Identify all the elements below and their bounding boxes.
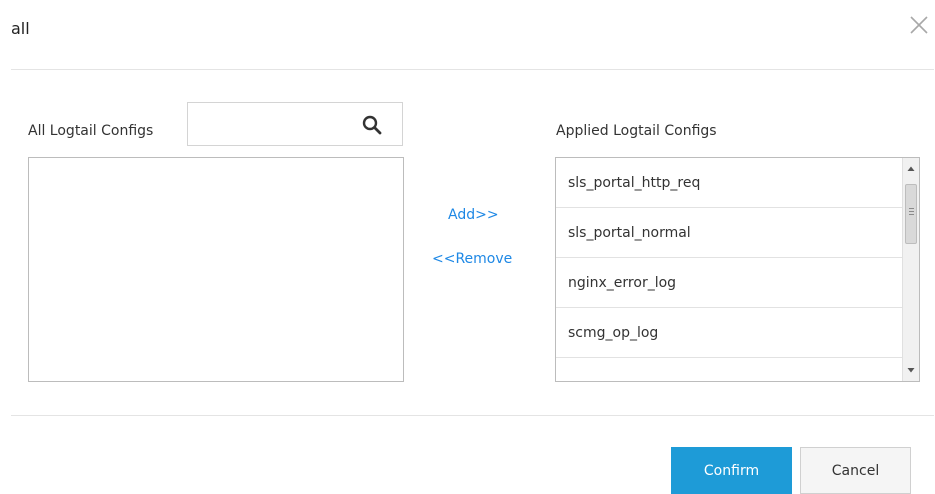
list-item[interactable]: scmg_op_log: [556, 308, 903, 358]
add-button[interactable]: Add>>: [448, 207, 499, 223]
applied-configs-rows: sls_portal_http_req sls_portal_normal ng…: [556, 158, 903, 358]
applied-configs-list[interactable]: sls_portal_http_req sls_portal_normal ng…: [555, 157, 920, 382]
config-search-input[interactable]: [188, 103, 358, 145]
logtail-config-dialog: all All Logtail Configs Add>> <<Remove A…: [0, 0, 935, 494]
scroll-down-arrow-icon[interactable]: [903, 361, 919, 378]
dialog-title: all: [11, 19, 30, 38]
list-item[interactable]: nginx_error_log: [556, 258, 903, 308]
applied-configs-label: Applied Logtail Configs: [556, 123, 717, 139]
grip-line: [909, 208, 914, 209]
scrollbar-thumb[interactable]: [905, 184, 917, 244]
all-configs-list[interactable]: [28, 157, 404, 382]
header-divider: [11, 69, 934, 70]
all-configs-label: All Logtail Configs: [28, 123, 154, 139]
list-item[interactable]: sls_portal_normal: [556, 208, 903, 258]
grip-line: [909, 214, 914, 215]
scrollbar[interactable]: [902, 158, 919, 381]
cancel-button[interactable]: Cancel: [800, 447, 911, 494]
grip-line: [909, 211, 914, 212]
footer-divider: [11, 415, 934, 416]
confirm-button[interactable]: Confirm: [671, 447, 792, 494]
close-icon[interactable]: [906, 12, 932, 38]
search-icon[interactable]: [361, 114, 383, 136]
list-item[interactable]: sls_portal_http_req: [556, 158, 903, 208]
scroll-up-arrow-icon[interactable]: [903, 160, 919, 177]
remove-button[interactable]: <<Remove: [432, 251, 512, 267]
